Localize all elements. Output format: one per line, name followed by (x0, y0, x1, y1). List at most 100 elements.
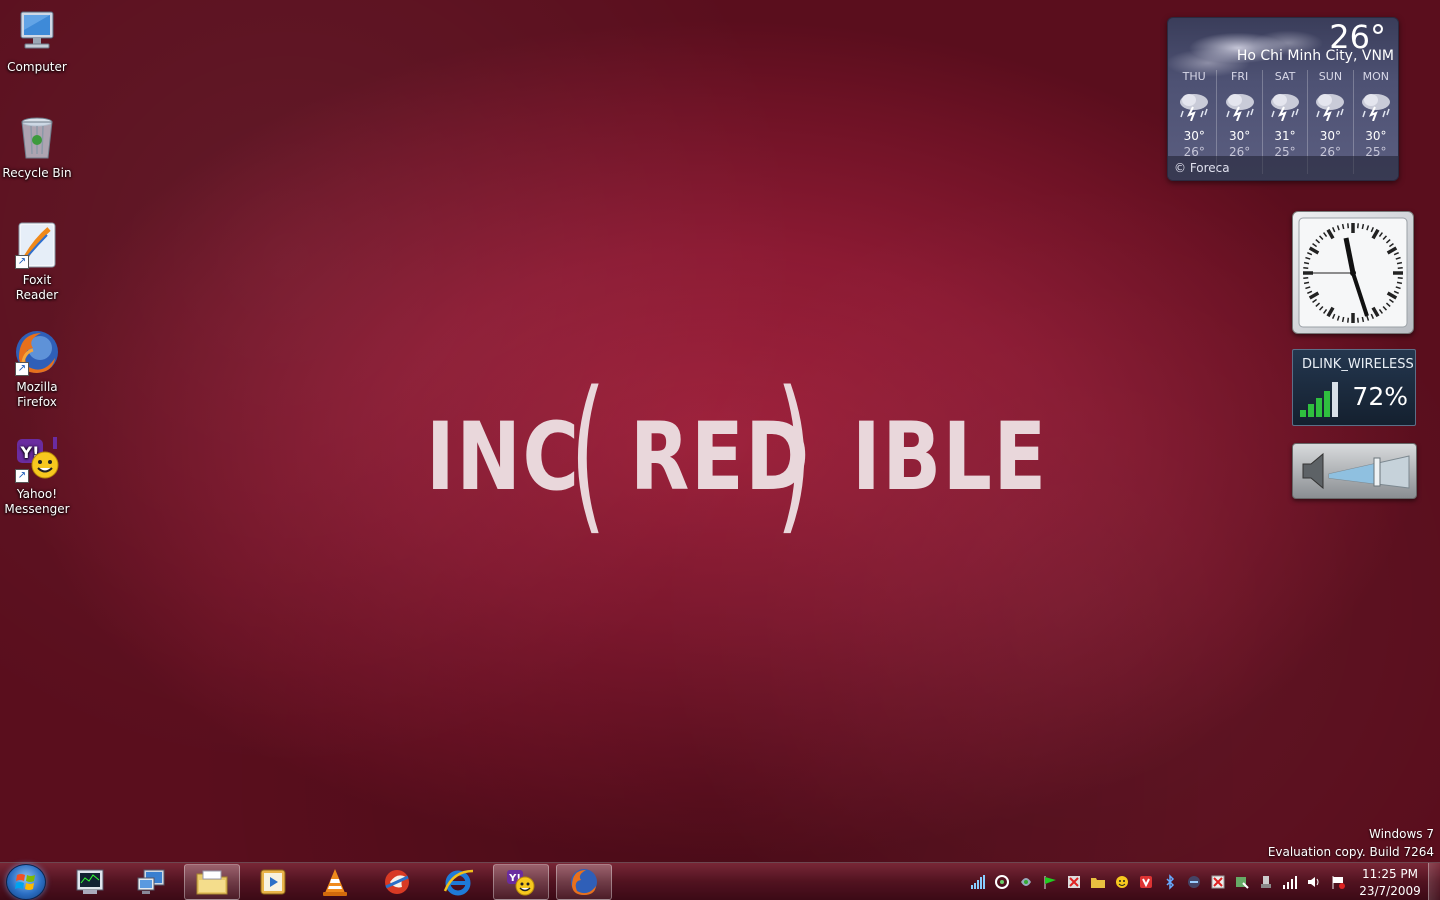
taskbar: Y! 11:25 PM 23/7/2009 (0, 862, 1440, 900)
tray-antivirus-icon[interactable] (1014, 871, 1038, 893)
clock-tick (1347, 317, 1350, 323)
shortcut-arrow-icon: ↗ (15, 255, 29, 269)
taskbar-yahoo-messenger[interactable]: Y! (493, 864, 549, 900)
desktop-icon-label-line2: Messenger (4, 502, 70, 516)
watermark-line2: Evaluation copy. Build 7264 (1267, 845, 1434, 859)
tray-network-error-icon[interactable] (1062, 871, 1086, 893)
forecast-high: 30° (1228, 129, 1251, 143)
tray-action-center-icon[interactable] (1326, 871, 1350, 893)
desktop-icon-computer[interactable]: Computer (0, 8, 74, 75)
tray-flag-icon[interactable] (1038, 871, 1062, 893)
forecast-high: 30° (1365, 129, 1387, 143)
desktop-icon-recycle-bin[interactable]: Recycle Bin (0, 114, 74, 181)
shortcut-arrow-icon: ↗ (15, 362, 29, 376)
tray-network-icon[interactable] (1278, 871, 1302, 893)
desktop-icon-foxit-reader[interactable]: ↗ Foxit Reader (0, 221, 74, 303)
desktop-icon-label: Yahoo! (16, 487, 58, 501)
clock-tick (1397, 267, 1403, 270)
clock-tick (1303, 281, 1310, 285)
desktop-icon-yahoo-messenger[interactable]: Y! ↗ Yahoo! Messenger (0, 435, 74, 517)
volume-level-fill (1329, 463, 1377, 484)
wifi-signal-bars-icon (1300, 382, 1338, 417)
forecast-day-name: SAT (1274, 70, 1296, 83)
windows-watermark: Windows 7 Evaluation copy. Build 7264 (1268, 825, 1434, 861)
vlc-icon (323, 869, 347, 896)
wallpaper-logo: INC ( RED ) IBLE (420, 355, 1046, 551)
clock-tick (1303, 261, 1310, 265)
thunderstorm-icon (1263, 86, 1307, 126)
clock-tick (1356, 317, 1359, 323)
tray-folder-icon[interactable] (1086, 871, 1110, 893)
clock-tick (1356, 223, 1359, 229)
taskbar-remote-desktop[interactable] (123, 864, 179, 900)
wifi-gadget[interactable]: DLINK_WIRELESS 72% (1292, 349, 1416, 426)
logo-word-inc: INC (426, 403, 581, 512)
tray-signal-icon[interactable] (966, 871, 990, 893)
system-tray (966, 871, 1350, 893)
speaker-icon (1302, 452, 1324, 490)
task-manager-icon (76, 869, 104, 894)
taskbar-clock[interactable]: 11:25 PM 23/7/2009 (1358, 866, 1422, 900)
clock-tick (1303, 276, 1309, 279)
thunderstorm-icon (1308, 86, 1352, 126)
tray-blocked-icon[interactable] (1206, 871, 1230, 893)
wifi-signal-percent: 72% (1352, 382, 1408, 411)
taskbar-clock-date: 23/7/2009 (1359, 884, 1421, 898)
tray-security-icon[interactable] (1230, 871, 1254, 893)
thunderstorm-icon (1217, 86, 1261, 126)
taskbar-task-manager[interactable] (62, 864, 118, 900)
tray-shield-icon[interactable] (1134, 871, 1158, 893)
volume-control (1302, 452, 1410, 490)
thunderstorm-icon (1354, 86, 1398, 126)
clock-face (1298, 217, 1408, 328)
forecast-day-name: MON (1362, 70, 1390, 83)
start-button[interactable] (6, 864, 46, 900)
yahoo-messenger-icon: Y! (507, 870, 535, 896)
watermark-line1: Windows 7 (1368, 827, 1434, 841)
red-app-icon (385, 870, 409, 894)
desktop-icon-label: Recycle Bin (2, 166, 72, 180)
taskbar-internet-explorer[interactable] (431, 864, 487, 900)
tray-bluetooth-icon[interactable] (1158, 871, 1182, 893)
volume-gadget[interactable] (1292, 443, 1417, 499)
windows-logo-icon (15, 874, 35, 890)
taskbar-firefox[interactable] (556, 864, 612, 900)
tray-app2-icon[interactable] (1182, 871, 1206, 893)
desktop-icon-firefox[interactable]: ↗ Mozilla Firefox (0, 328, 74, 410)
weather-city: Ho Chi Minh City, VNM (1236, 48, 1394, 64)
recycle-bin-icon (13, 114, 61, 162)
clock-tick (1397, 276, 1403, 279)
clock-tick (1361, 223, 1365, 230)
tray-app-icon[interactable] (990, 871, 1014, 893)
clock-tick (1341, 316, 1345, 323)
taskbar-media-player[interactable] (245, 864, 301, 900)
wifi-network-name: DLINK_WIRELESS (1302, 357, 1414, 372)
forecast-high: 31° (1274, 129, 1296, 143)
tray-safely-remove-icon[interactable] (1254, 871, 1278, 893)
forecast-day-name: FRI (1231, 70, 1249, 83)
tray-volume-icon[interactable] (1302, 871, 1326, 893)
tray-messenger-icon[interactable] (1110, 871, 1134, 893)
volume-slider-handle[interactable] (1373, 457, 1381, 487)
media-player-icon (260, 869, 286, 895)
forecast-high: 30° (1319, 129, 1342, 143)
remote-desktop-icon (137, 869, 165, 894)
clock-tick (1396, 281, 1403, 285)
clock-tick (1303, 267, 1309, 270)
logo-close-paren: ) (776, 355, 813, 551)
show-desktop-button[interactable] (1428, 863, 1440, 900)
weather-credit-link[interactable]: © Foreca (1168, 156, 1398, 180)
taskbar-vlc[interactable] (307, 864, 363, 900)
taskbar-red-app[interactable] (369, 864, 425, 900)
clock-gadget[interactable] (1292, 211, 1414, 334)
windows-explorer-icon (196, 870, 228, 895)
internet-explorer-icon (443, 869, 474, 896)
weather-gadget[interactable]: 26° Ho Chi Minh City, VNM THU 30° 26° FR… (1167, 17, 1399, 181)
forecast-high: 30° (1183, 129, 1205, 143)
thunderstorm-icon (1172, 86, 1216, 126)
taskbar-windows-explorer[interactable] (184, 864, 240, 900)
logo-open-paren: ( (570, 355, 607, 551)
desktop-icon-label: Mozilla (16, 380, 58, 394)
desktop-icon-label: Computer (7, 60, 67, 74)
desktop-icon-label: Foxit Reader (15, 273, 59, 302)
